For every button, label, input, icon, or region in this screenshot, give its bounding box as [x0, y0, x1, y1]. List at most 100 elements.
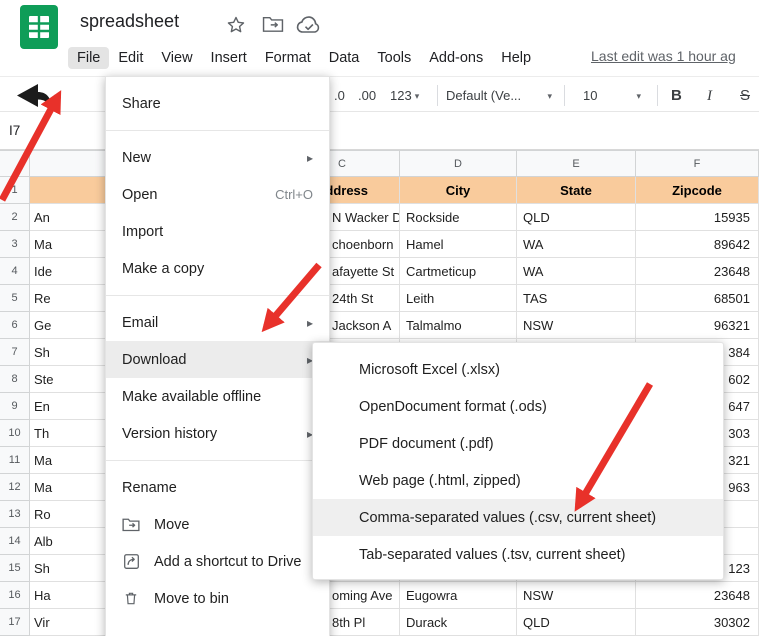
menu-divider	[106, 295, 329, 296]
file-menu-item-open[interactable]: OpenCtrl+O	[106, 176, 329, 213]
bold-button[interactable]: B	[671, 86, 682, 106]
row-header-9[interactable]: 9	[0, 393, 30, 420]
row-header-17[interactable]: 17	[0, 609, 30, 636]
cell-F3[interactable]: 89642	[636, 231, 759, 258]
download-option-microsoft-excel-xlsx[interactable]: Microsoft Excel (.xlsx)	[313, 351, 723, 388]
download-option-comma-separated-values-csv-current-sheet[interactable]: Comma-separated values (.csv, current sh…	[313, 499, 723, 536]
cell-D16[interactable]: Eugowra	[400, 582, 517, 609]
cell-E1[interactable]: State	[517, 177, 636, 204]
number-format-button[interactable]: 123 ▾	[390, 86, 419, 106]
cell-E17[interactable]: QLD	[517, 609, 636, 636]
file-menu-item-import[interactable]: Import	[106, 213, 329, 250]
cell-E6[interactable]: NSW	[517, 312, 636, 339]
cell-D3[interactable]: Hamel	[400, 231, 517, 258]
file-menu-item-make-a-copy[interactable]: Make a copy	[106, 250, 329, 287]
cell-F6[interactable]: 96321	[636, 312, 759, 339]
row-header-10[interactable]: 10	[0, 420, 30, 447]
decrease-decimal-button[interactable]: .0	[334, 86, 345, 106]
document-title[interactable]: spreadsheet	[80, 11, 179, 32]
menubar-item-data[interactable]: Data	[320, 47, 369, 69]
italic-button[interactable]: I	[707, 86, 712, 106]
row-header-11[interactable]: 11	[0, 447, 30, 474]
column-header-E[interactable]: E	[517, 150, 636, 177]
row-header-5[interactable]: 5	[0, 285, 30, 312]
row-header-2[interactable]: 2	[0, 204, 30, 231]
row-header-1[interactable]: 1	[0, 177, 30, 204]
row-header-4[interactable]: 4	[0, 258, 30, 285]
cell-F2[interactable]: 15935	[636, 204, 759, 231]
row-header-15[interactable]: 15	[0, 555, 30, 582]
document-status-button[interactable]	[296, 15, 322, 34]
cell-E5[interactable]: TAS	[517, 285, 636, 312]
cell-E16[interactable]: NSW	[517, 582, 636, 609]
cell-F4[interactable]: 23648	[636, 258, 759, 285]
row-header-7[interactable]: 7	[0, 339, 30, 366]
strikethrough-button[interactable]: S	[740, 86, 750, 106]
menubar-item-view[interactable]: View	[152, 47, 201, 69]
menu-item-label: PDF document (.pdf)	[359, 436, 494, 452]
file-menu-item-make-available-offline[interactable]: Make available offline	[106, 378, 329, 415]
download-option-pdf-document-pdf[interactable]: PDF document (.pdf)	[313, 425, 723, 462]
column-header-D[interactable]: D	[400, 150, 517, 177]
cell-E4[interactable]: WA	[517, 258, 636, 285]
row-header-12[interactable]: 12	[0, 474, 30, 501]
menubar-item-help[interactable]: Help	[492, 47, 540, 69]
cell-D1[interactable]: City	[400, 177, 517, 204]
file-menu-item-new[interactable]: New▸	[106, 139, 329, 176]
move-to-folder-button[interactable]	[262, 15, 284, 33]
sheets-logo-icon	[20, 5, 58, 49]
cell-D2[interactable]: Rockside	[400, 204, 517, 231]
file-menu-item-add-a-shortcut-to-drive[interactable]: Add a shortcut to Drive	[106, 543, 329, 580]
menubar-item-format[interactable]: Format	[256, 47, 320, 69]
download-option-web-page-html-zipped[interactable]: Web page (.html, zipped)	[313, 462, 723, 499]
grid-corner[interactable]	[0, 150, 30, 177]
menubar-item-edit[interactable]: Edit	[109, 47, 152, 69]
menubar-item-add-ons[interactable]: Add-ons	[420, 47, 492, 69]
increase-decimal-button[interactable]: .00	[358, 86, 376, 106]
menubar-item-tools[interactable]: Tools	[368, 47, 420, 69]
menubar-item-insert[interactable]: Insert	[202, 47, 256, 69]
menubar-item-file[interactable]: File	[68, 47, 109, 69]
toolbar-separator	[564, 85, 565, 106]
menu-item-label: Rename	[122, 480, 177, 496]
row-header-3[interactable]: 3	[0, 231, 30, 258]
menu-divider	[106, 130, 329, 131]
sheets-logo[interactable]	[20, 5, 58, 49]
name-box[interactable]: I7	[9, 123, 20, 138]
cell-D6[interactable]: Talmalmo	[400, 312, 517, 339]
menu-item-label: Move	[154, 517, 189, 533]
cell-D4[interactable]: Cartmeticup	[400, 258, 517, 285]
row-header-13[interactable]: 13	[0, 501, 30, 528]
file-menu-item-version-history[interactable]: Version history▸	[106, 415, 329, 452]
cell-E3[interactable]: WA	[517, 231, 636, 258]
file-menu-item-email[interactable]: Email▸	[106, 304, 329, 341]
row-header-8[interactable]: 8	[0, 366, 30, 393]
column-header-F[interactable]: F	[636, 150, 759, 177]
number-format-label: 123	[390, 86, 412, 106]
cell-F5[interactable]: 68501	[636, 285, 759, 312]
file-menu-item-share[interactable]: Share	[106, 85, 329, 122]
cell-E2[interactable]: QLD	[517, 204, 636, 231]
cell-D5[interactable]: Leith	[400, 285, 517, 312]
submenu-arrow-icon: ▸	[307, 151, 313, 165]
row-header-16[interactable]: 16	[0, 582, 30, 609]
font-family-dropdown[interactable]: Default (Ve... ▾	[446, 86, 552, 106]
row-header-14[interactable]: 14	[0, 528, 30, 555]
file-menu-item-rename[interactable]: Rename	[106, 469, 329, 506]
cell-F1[interactable]: Zipcode	[636, 177, 759, 204]
last-edit-link[interactable]: Last edit was 1 hour ag	[591, 48, 759, 64]
star-button[interactable]	[226, 15, 246, 35]
file-menu-item-download[interactable]: Download▸	[106, 341, 329, 378]
dropdown-caret-icon: ▾	[415, 86, 420, 106]
menu-item-label: Tab-separated values (.tsv, current shee…	[359, 547, 626, 563]
file-menu-item-move[interactable]: Move	[106, 506, 329, 543]
row-header-6[interactable]: 6	[0, 312, 30, 339]
cell-D17[interactable]: Durack	[400, 609, 517, 636]
cell-F16[interactable]: 23648	[636, 582, 759, 609]
file-menu-item-move-to-bin[interactable]: Move to bin	[106, 580, 329, 617]
download-option-tab-separated-values-tsv-current-sheet[interactable]: Tab-separated values (.tsv, current shee…	[313, 536, 723, 573]
undo-icon[interactable]	[14, 83, 52, 114]
download-option-opendocument-format-ods[interactable]: OpenDocument format (.ods)	[313, 388, 723, 425]
font-size-dropdown[interactable]: 10 ▾	[583, 86, 641, 106]
cell-F17[interactable]: 30302	[636, 609, 759, 636]
